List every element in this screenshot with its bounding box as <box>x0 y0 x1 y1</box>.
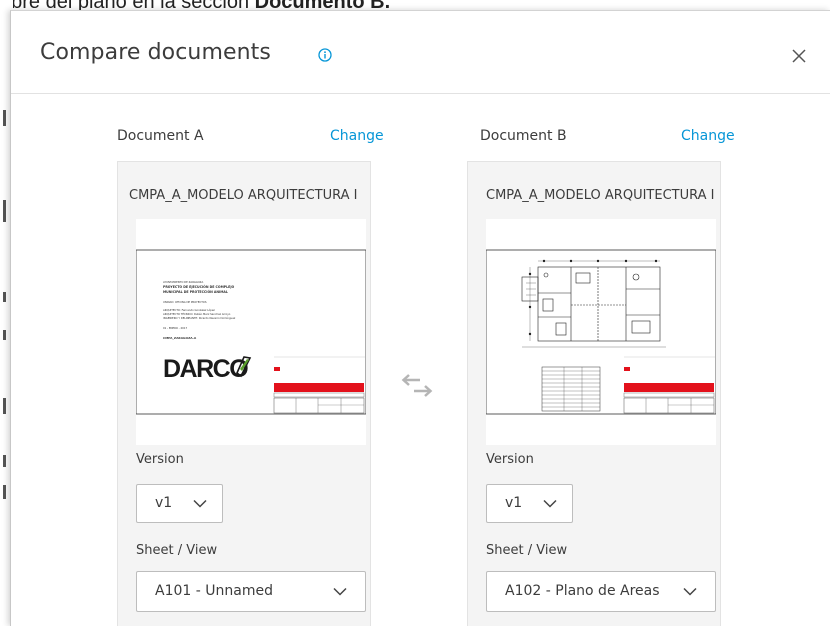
document-a-sheet-select[interactable]: A101 - Unnamed <box>136 571 366 612</box>
document-b-sheet-label: Sheet / View <box>486 543 568 558</box>
cover-line: CMPA_ZARAGOZA-A <box>163 336 197 340</box>
document-b-sheet-value: A102 - Plano de Areas <box>505 583 660 599</box>
dialog-title: Compare documents <box>40 40 271 65</box>
cover-line: AYUNTAMIENTO DE ZARAGOZA <box>163 280 203 284</box>
sheet-a102-preview <box>485 249 717 415</box>
background-text-fragment <box>3 110 6 126</box>
document-b-card: CMPA_A_MODELO ARQUITECTURA I Version v1 … <box>467 161 721 626</box>
document-a-filename: CMPA_A_MODELO ARQUITECTURA I <box>129 188 358 203</box>
chevron-down-icon <box>543 499 557 508</box>
document-a-version-select[interactable]: v1 <box>136 484 223 523</box>
chevron-down-icon <box>333 587 347 596</box>
document-b-sheet-select[interactable]: A102 - Plano de Areas <box>486 571 716 612</box>
background-text-fragment <box>3 292 6 302</box>
swap-arrows-icon[interactable] <box>400 373 436 399</box>
document-a-thumbnail[interactable]: AYUNTAMIENTO DE ZARAGOZA PROYECTO DE EJE… <box>135 219 367 445</box>
document-a-sheet-label: Sheet / View <box>136 543 218 558</box>
compare-documents-dialog: Compare documents Document A Change CMPA… <box>10 10 830 626</box>
background-text-fragment <box>3 485 6 499</box>
chevron-down-icon <box>683 587 697 596</box>
document-a-card: CMPA_A_MODELO ARQUITECTURA I AYUNTAMIENT… <box>117 161 371 626</box>
cover-line: UNIDAD: OFICINA DE PROYECTOS <box>163 300 207 304</box>
darco-logo: DARCO <box>163 355 248 383</box>
background-text-fragment <box>3 398 6 414</box>
document-a-label: Document A <box>117 128 204 144</box>
cover-line: 01 - ENERO - 2017 <box>163 326 187 330</box>
document-b-thumbnail[interactable] <box>485 219 717 445</box>
info-icon[interactable] <box>318 48 332 62</box>
document-a-change-link[interactable]: Change <box>330 128 384 144</box>
document-b-version-select[interactable]: v1 <box>486 484 573 523</box>
document-b-filename: CMPA_A_MODELO ARQUITECTURA I <box>486 188 715 203</box>
background-text-fragment <box>3 455 6 467</box>
document-b-label: Document B <box>480 128 567 144</box>
cover-line: PROYECTO DE EJECUCIÓN DE COMPLEJO <box>163 284 235 289</box>
background-text-fragment <box>3 330 6 340</box>
cover-line: ARQUITECTO: Fernando Gonzalez López <box>163 308 215 312</box>
document-a-version-label: Version <box>136 452 184 467</box>
document-a-sheet-value: A101 - Unnamed <box>155 583 273 599</box>
background-text-fragment <box>3 200 6 222</box>
document-b-change-link[interactable]: Change <box>681 128 735 144</box>
chevron-down-icon <box>193 499 207 508</box>
close-icon[interactable] <box>788 45 810 67</box>
dialog-header: Compare documents <box>11 11 830 94</box>
cover-line: MUNICIPAL DE PROTECCIÓN ANIMAL <box>163 289 228 294</box>
document-b-version-value: v1 <box>505 495 523 511</box>
cover-line: INGENIERO Y DELINEANTE: Ricardo Navarro … <box>163 316 236 320</box>
document-b-version-label: Version <box>486 452 534 467</box>
sheet-a101-preview: AYUNTAMIENTO DE ZARAGOZA PROYECTO DE EJE… <box>135 249 367 415</box>
document-a-version-value: v1 <box>155 495 173 511</box>
